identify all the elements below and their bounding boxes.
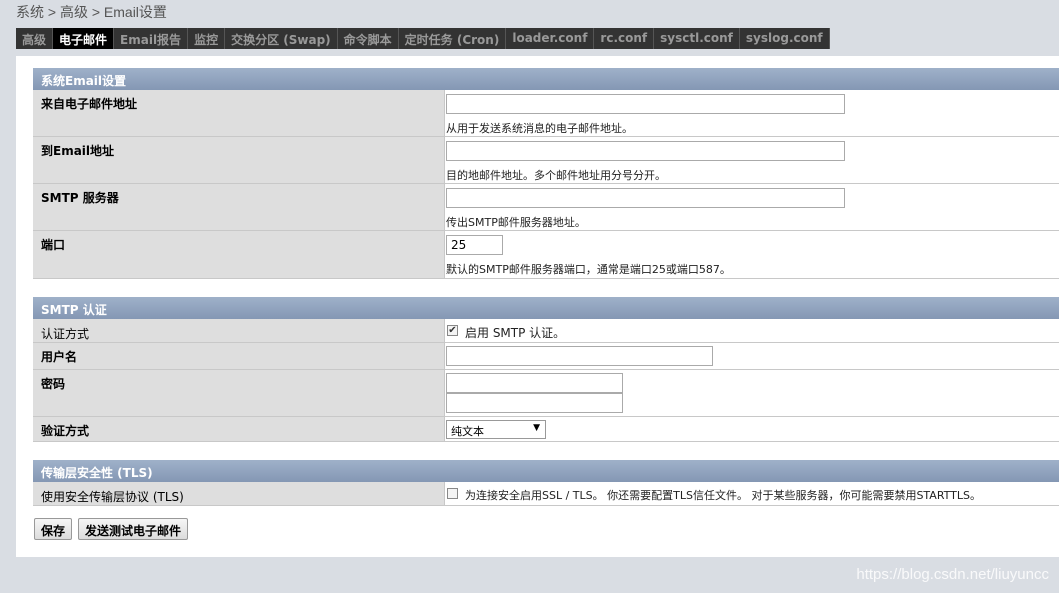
password-label: 密码 [33,370,445,416]
verify-method-select[interactable]: 纯文本 ▼ [446,420,546,439]
settings-panel: 系统Email设置 来自电子邮件地址 从用于发送系统消息的电子邮件地址。 到Em… [16,56,1059,557]
tab-monitor[interactable]: 监控 [188,28,226,49]
row-smtp-server: SMTP 服务器 传出SMTP邮件服务器地址。 [33,184,1059,231]
from-email-label: 来自电子邮件地址 [33,90,445,136]
tls-label: 使用安全传输层协议 (TLS) [33,482,445,505]
row-username: 用户名 [33,343,1059,370]
tab-bar: 高级 电子邮件 Email报告 监控 交换分区 (Swap) 命令脚本 定时任务… [16,28,830,49]
row-tls: 使用安全传输层协议 (TLS) 为连接安全启用SSL / TLS。 你还需要配置… [33,482,1059,506]
username-label: 用户名 [33,343,445,369]
save-button[interactable]: 保存 [34,518,73,540]
username-input[interactable] [446,346,713,366]
auth-method-label: 认证方式 [33,319,445,342]
row-to-email: 到Email地址 目的地邮件地址。多个邮件地址用分号分开。 [33,137,1059,184]
tab-swap[interactable]: 交换分区 (Swap) [225,28,338,49]
chevron-down-icon: ▼ [533,423,540,433]
row-port: 端口 25 默认的SMTP邮件服务器端口，通常是端口25或端口587。 [33,231,1059,279]
verify-method-selected: 纯文本 [451,425,484,438]
send-test-email-button[interactable]: 发送测试电子邮件 [78,518,189,540]
row-verify-method: 验证方式 纯文本 ▼ [33,417,1059,442]
smtp-server-input[interactable] [446,188,845,208]
row-from-email: 来自电子邮件地址 从用于发送系统消息的电子邮件地址。 [33,90,1059,137]
watermark: https://blog.csdn.net/liuyuncc [856,566,1049,583]
section-header-email: 系统Email设置 [33,68,1059,90]
to-email-label: 到Email地址 [33,137,445,183]
password-confirm-input[interactable] [446,393,623,413]
tab-email-report[interactable]: Email报告 [114,28,189,49]
verify-method-label: 验证方式 [33,417,445,441]
smtp-server-hint: 传出SMTP邮件服务器地址。 [446,216,586,229]
tab-rc-conf[interactable]: rc.conf [594,28,655,49]
port-label: 端口 [33,231,445,278]
smtp-server-label: SMTP 服务器 [33,184,445,230]
section-header-smtp-auth: SMTP 认证 [33,297,1059,319]
tls-checkbox-label: 为连接安全启用SSL / TLS。 你还需要配置TLS信任文件。 对于某些服务器… [465,489,982,502]
from-email-input[interactable] [446,94,845,114]
from-email-hint: 从用于发送系统消息的电子邮件地址。 [446,122,633,135]
tab-email[interactable]: 电子邮件 [53,28,115,49]
port-input[interactable]: 25 [446,235,503,255]
tab-syslog-conf[interactable]: syslog.conf [740,28,830,49]
row-auth-method: 认证方式 ✔ 启用 SMTP 认证。 [33,319,1059,343]
section-header-tls: 传输层安全性 (TLS) [33,460,1059,482]
to-email-input[interactable] [446,141,845,161]
tab-cron[interactable]: 定时任务 (Cron) [399,28,507,49]
to-email-hint: 目的地邮件地址。多个邮件地址用分号分开。 [446,169,666,182]
row-password: 密码 [33,370,1059,417]
smtp-auth-checkbox-label: 启用 SMTP 认证。 [465,326,566,340]
smtp-auth-checkbox[interactable]: ✔ [447,325,458,336]
tab-command-scripts[interactable]: 命令脚本 [338,28,399,49]
tab-loader-conf[interactable]: loader.conf [506,28,595,49]
breadcrumb: 系统 > 高级 > Email设置 [16,4,167,20]
port-hint: 默认的SMTP邮件服务器端口，通常是端口25或端口587。 [446,263,731,276]
tab-advanced[interactable]: 高级 [16,28,54,49]
password-input[interactable] [446,373,623,393]
tab-sysctl-conf[interactable]: sysctl.conf [654,28,740,49]
tls-checkbox[interactable] [447,488,458,499]
